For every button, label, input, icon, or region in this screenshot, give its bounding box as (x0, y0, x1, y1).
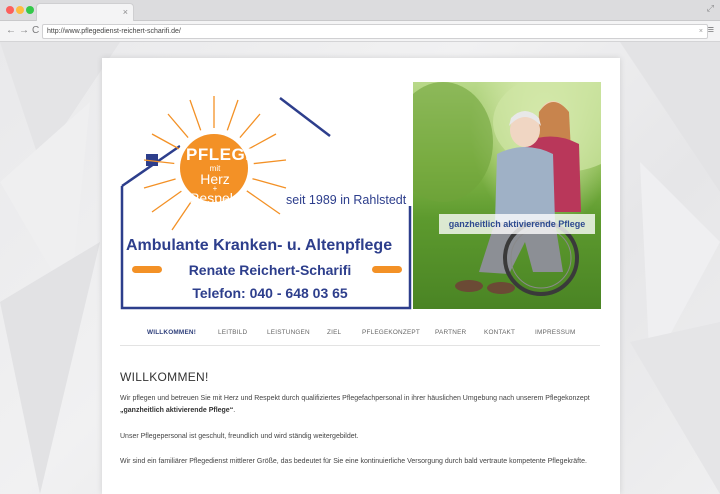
address-bar[interactable]: http://www.pflegedienst-reichert-scharif… (42, 24, 708, 39)
logo-service-line: Ambulante Kranken- u. Altenpflege (126, 237, 393, 254)
nav-item-partner[interactable]: PARTNER (435, 321, 466, 345)
intro-paragraph: Wir pflegen und betreuen Sie mit Herz un… (120, 393, 600, 417)
nav-item-leistungen[interactable]: LEISTUNGEN (267, 321, 310, 345)
nav-item-leitbild[interactable]: LEITBILD (218, 321, 247, 345)
browser-menu-icon[interactable]: ≡ (708, 24, 714, 37)
logo-word-pflege: PFLEGE (186, 145, 258, 164)
reload-icon[interactable]: C (32, 24, 39, 38)
family-paragraph: Wir sind ein familiärer Pflegedienst mit… (120, 458, 587, 465)
browser-titlebar: × ⤢ (0, 0, 720, 21)
forward-icon[interactable]: → (19, 24, 29, 38)
photo-scene (413, 82, 601, 296)
logo-since-text: seit 1989 in Rahlstedt (286, 193, 407, 207)
back-icon[interactable]: ← (6, 24, 16, 38)
main-navigation: WILLKOMMEN! LEITBILD LEISTUNGEN ZIEL PFL… (120, 321, 600, 346)
close-window-button[interactable] (6, 6, 14, 14)
company-logo: PFLEGE mit Herz + Respekt seit 1989 in R… (120, 88, 412, 310)
clear-url-icon[interactable]: × (699, 25, 703, 38)
nav-item-ziel[interactable]: ZIEL (327, 321, 341, 345)
logo-owner-line: Renate Reichert-Scharifi (188, 262, 352, 278)
logo-word-respekt: Respekt (189, 190, 241, 206)
page-title: WILLKOMMEN! (120, 370, 209, 384)
photo-caption: ganzheitlich aktivierende Pflege (439, 214, 595, 234)
concept-name: „ganzheitlich aktivierende Pflege“ (120, 407, 234, 414)
hero-photo: ganzheitlich aktivierende Pflege (413, 82, 601, 309)
url-text: http://www.pflegedienst-reichert-scharif… (47, 28, 181, 35)
staff-paragraph: Unser Pflegepersonal ist geschult, freun… (120, 433, 359, 440)
intro-text: Wir pflegen und betreuen Sie mit Herz un… (120, 395, 590, 402)
logo-phone-line: Telefon: 040 - 648 03 65 (192, 285, 348, 301)
fullscreen-icon[interactable]: ⤢ (707, 3, 714, 14)
minimize-window-button[interactable] (16, 6, 24, 14)
nav-item-impressum[interactable]: IMPRESSUM (535, 321, 576, 345)
nav-item-pflegekonzept[interactable]: PFLEGEKONZEPT (362, 321, 420, 345)
tab-close-icon[interactable]: × (123, 7, 128, 17)
browser-tab[interactable]: × (36, 3, 134, 21)
nav-item-kontakt[interactable]: KONTAKT (484, 321, 515, 345)
intro-period: . (233, 407, 236, 414)
maximize-window-button[interactable] (26, 6, 34, 14)
browser-toolbar: ← → C http://www.pflegedienst-reichert-s… (0, 21, 720, 42)
nav-item-willkommen[interactable]: WILLKOMMEN! (147, 321, 196, 345)
